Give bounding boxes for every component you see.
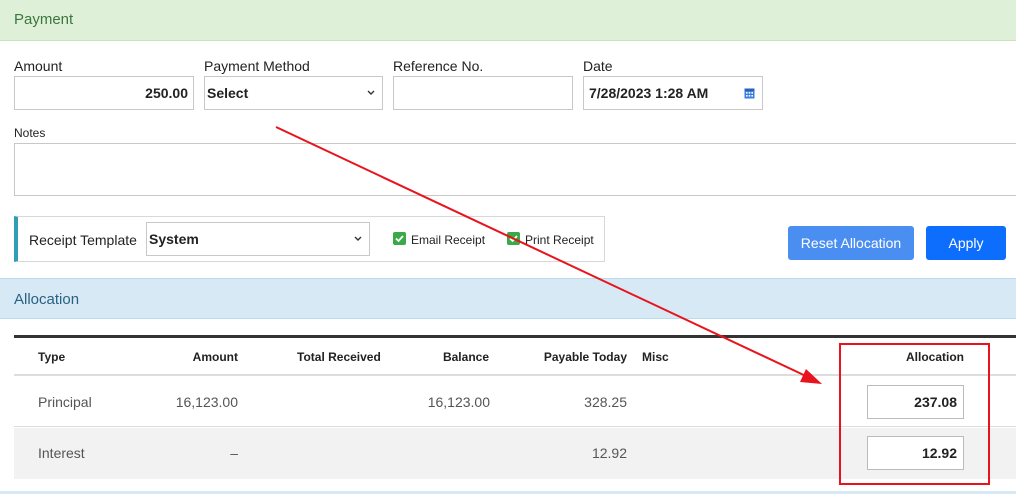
print-receipt-label: Print Receipt: [525, 233, 594, 247]
cell-amount: –: [230, 445, 238, 461]
payment-method-value: Select: [207, 85, 249, 101]
payment-method-label: Payment Method: [204, 58, 310, 74]
reference-label: Reference No.: [393, 58, 484, 74]
column-header-misc: Misc: [642, 350, 669, 364]
amount-input[interactable]: 250.00: [14, 76, 194, 110]
email-receipt-label: Email Receipt: [411, 233, 486, 247]
column-header-balance: Balance: [442, 350, 489, 364]
notes-label: Notes: [14, 126, 46, 140]
payment-section-title: Payment: [14, 11, 74, 28]
date-input[interactable]: 7/28/2023 1:28 AM: [583, 76, 763, 110]
column-header-payable-today: Payable Today: [543, 350, 627, 364]
cell-amount: 16,123.00: [175, 394, 238, 410]
date-label: Date: [583, 58, 613, 74]
table-top-border: [14, 335, 1016, 338]
notes-textarea[interactable]: [14, 143, 1016, 196]
check-icon: [509, 235, 518, 243]
print-receipt-checkbox[interactable]: [507, 232, 520, 245]
allocation-section-title: Allocation: [14, 291, 80, 308]
column-header-amount: Amount: [192, 350, 238, 364]
receipt-template-label: Receipt Template: [29, 232, 137, 248]
column-header-total-received: Total Received: [297, 350, 381, 364]
allocation-section-header: Allocation: [0, 278, 1016, 319]
cell-type: Interest: [38, 445, 85, 461]
receipt-template-select[interactable]: System: [146, 222, 370, 256]
annotation-highlight-box: [839, 343, 990, 485]
reset-allocation-button[interactable]: Reset Allocation: [788, 226, 914, 260]
column-header-type: Type: [38, 350, 66, 364]
chevron-down-icon: [354, 236, 362, 241]
cell-type: Principal: [38, 394, 92, 410]
check-icon: [395, 235, 404, 243]
amount-value: 250.00: [145, 85, 188, 101]
payment-section-header: Payment: [0, 0, 1016, 41]
receipt-options-panel: Receipt Template System Email Receipt Pr…: [14, 216, 605, 262]
date-value: 7/28/2023 1:28 AM: [589, 85, 709, 101]
email-receipt-checkbox[interactable]: [393, 232, 406, 245]
receipt-template-value: System: [149, 231, 199, 247]
cell-balance: 16,123.00: [427, 394, 490, 410]
calendar-icon[interactable]: [744, 87, 755, 99]
payment-method-select[interactable]: Select: [204, 76, 383, 110]
cell-payable-today: 328.25: [584, 394, 627, 410]
amount-label: Amount: [14, 58, 63, 74]
cell-payable-today: 12.92: [591, 445, 627, 461]
chevron-down-icon: [367, 90, 375, 95]
apply-button[interactable]: Apply: [926, 226, 1006, 260]
reference-input[interactable]: [393, 76, 573, 110]
